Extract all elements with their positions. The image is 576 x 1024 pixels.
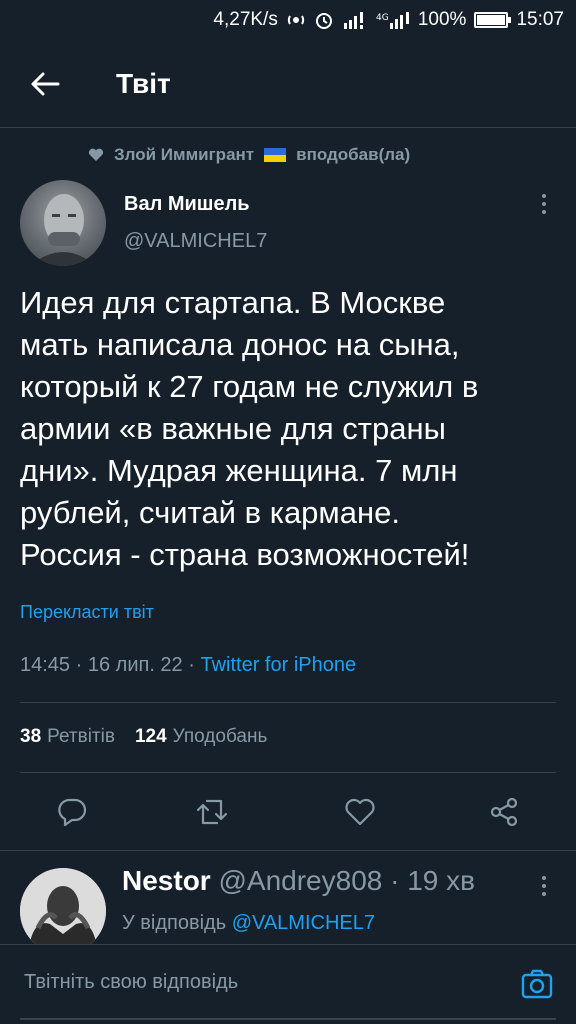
alarm-icon	[314, 10, 334, 30]
reply-author-avatar[interactable]	[20, 868, 106, 954]
meta-separator: ·	[75, 654, 88, 676]
author-name[interactable]: Вал Мишель	[124, 193, 250, 216]
nfc-icon	[286, 10, 306, 30]
more-vertical-icon	[542, 194, 546, 214]
reply-input[interactable]: Твітніть свою відповідь	[24, 971, 238, 994]
engagement-counts: 38 Ретвітів 124 Уподобань	[20, 726, 267, 748]
heart-icon	[88, 148, 104, 161]
tweet-source-link[interactable]: Twitter for iPhone	[200, 654, 356, 676]
ukraine-flag-icon	[264, 148, 287, 162]
meta-separator: ·	[188, 654, 201, 676]
retweets-count-link[interactable]: 38 Ретвітів	[20, 726, 115, 748]
translate-tweet-link[interactable]: Перекласти твіт	[20, 602, 154, 623]
page-title: Твіт	[116, 67, 171, 99]
liked-by-action: вподобав(ла)	[296, 145, 411, 164]
more-options-button[interactable]	[534, 190, 554, 220]
tweet-time: 14:45	[20, 654, 71, 676]
reply-author-name[interactable]: Nestor	[122, 865, 211, 896]
replying-to: У відповідь @VALMICHEL7	[122, 912, 375, 935]
more-vertical-icon	[542, 876, 546, 896]
share-icon	[490, 797, 518, 827]
share-button[interactable]	[482, 790, 526, 834]
retweets-count: 38	[20, 726, 42, 747]
camera-button[interactable]	[520, 967, 554, 1001]
likes-count-link[interactable]: 124 Уподобань	[135, 726, 267, 748]
top-app-bar: Твіт	[0, 40, 576, 128]
author-avatar[interactable]	[20, 180, 106, 266]
signal-4g-icon: 4G	[376, 11, 410, 29]
battery-fill	[477, 15, 506, 25]
tweet-text: Идея для стартапа. В Москве мать написал…	[20, 285, 479, 572]
net-speed: 4,27K/s	[213, 9, 278, 30]
divider	[0, 850, 576, 851]
battery-percent: 100%	[417, 9, 467, 30]
back-arrow-icon	[31, 72, 60, 95]
tweet-actions	[0, 790, 576, 834]
like-button[interactable]	[338, 790, 382, 834]
divider	[20, 772, 556, 773]
svg-text:4G: 4G	[376, 13, 389, 23]
tweet-date: 16 лип. 22	[87, 654, 183, 676]
replying-to-prefix: У відповідь	[122, 912, 227, 934]
camera-icon	[521, 969, 553, 999]
reply-author-handle[interactable]: @Andrey808	[218, 865, 382, 896]
back-button[interactable]	[0, 40, 90, 128]
retweets-label: Ретвітів	[47, 726, 115, 747]
like-icon	[345, 798, 375, 826]
liked-by-user[interactable]: Злой Иммигрант	[114, 145, 254, 165]
clock: 15:07	[516, 9, 564, 30]
tweet-meta: 14:45 · 16 лип. 22 · Twitter for iPhone	[20, 654, 356, 677]
reply-composer: Твітніть свою відповідь	[0, 944, 576, 1024]
reply-separator: ·	[390, 865, 400, 896]
reply-more-options-button[interactable]	[534, 872, 554, 902]
reply-age: 19 хв	[407, 865, 476, 896]
composer-underline	[20, 1018, 556, 1020]
reply-header: Nestor @Andrey808 · 19 хв	[122, 865, 475, 897]
signal-icon	[342, 11, 368, 29]
likes-label: Уподобань	[172, 726, 268, 747]
likes-count: 124	[134, 726, 167, 747]
divider	[20, 702, 556, 703]
retweet-icon	[196, 799, 228, 825]
retweet-button[interactable]	[190, 790, 234, 834]
battery-icon	[474, 12, 512, 28]
reply-icon	[58, 798, 87, 827]
author-handle[interactable]: @VALMICHEL7	[124, 230, 267, 253]
social-context: Злой Иммигрант вподобав(ла)	[88, 145, 410, 165]
reply-button[interactable]	[50, 790, 94, 834]
replying-to-mention[interactable]: @VALMICHEL7	[232, 912, 375, 934]
status-bar: 4,27K/s 4G 100% 15:07	[0, 0, 576, 40]
